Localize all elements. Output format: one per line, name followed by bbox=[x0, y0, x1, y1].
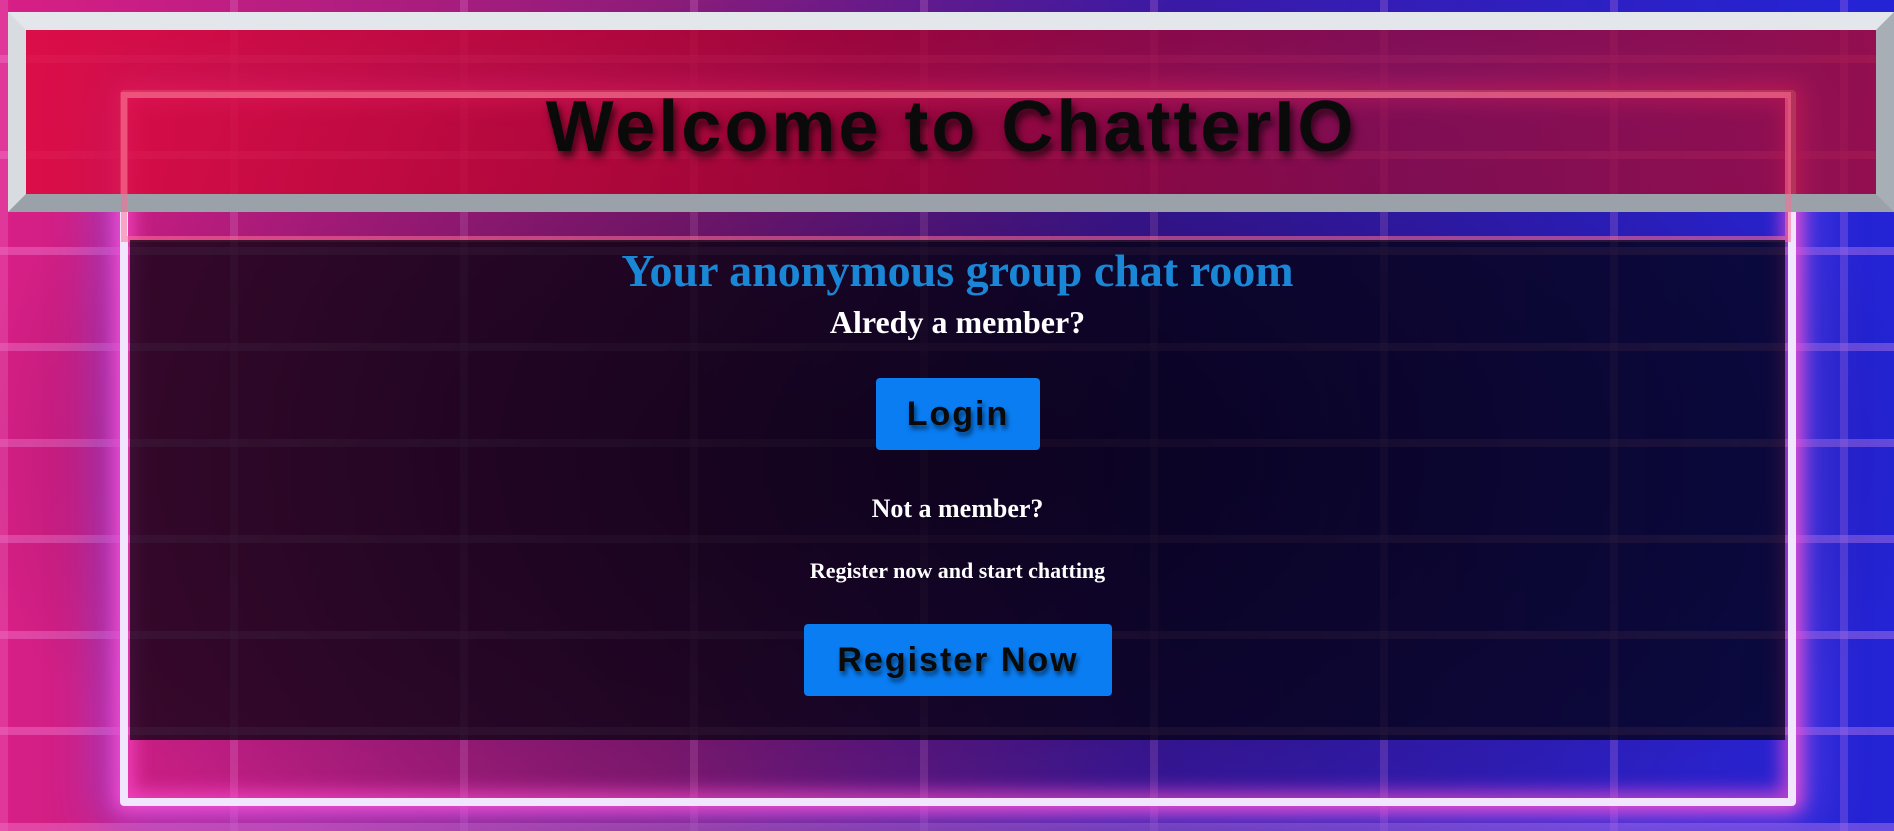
header-banner: Welcome to ChatterIO bbox=[8, 12, 1894, 242]
page-title: Welcome to ChatterIO bbox=[545, 87, 1357, 167]
welcome-panel: Your anonymous group chat room Alredy a … bbox=[130, 240, 1785, 740]
login-button[interactable]: Login bbox=[876, 378, 1040, 450]
register-prompt: Register now and start chatting bbox=[809, 558, 1106, 583]
register-now-button[interactable]: Register Now bbox=[804, 624, 1112, 696]
not-member-heading: Not a member? bbox=[871, 494, 1044, 523]
subtitle: Your anonymous group chat room bbox=[621, 245, 1294, 296]
already-member-heading: Alredy a member? bbox=[829, 304, 1086, 340]
